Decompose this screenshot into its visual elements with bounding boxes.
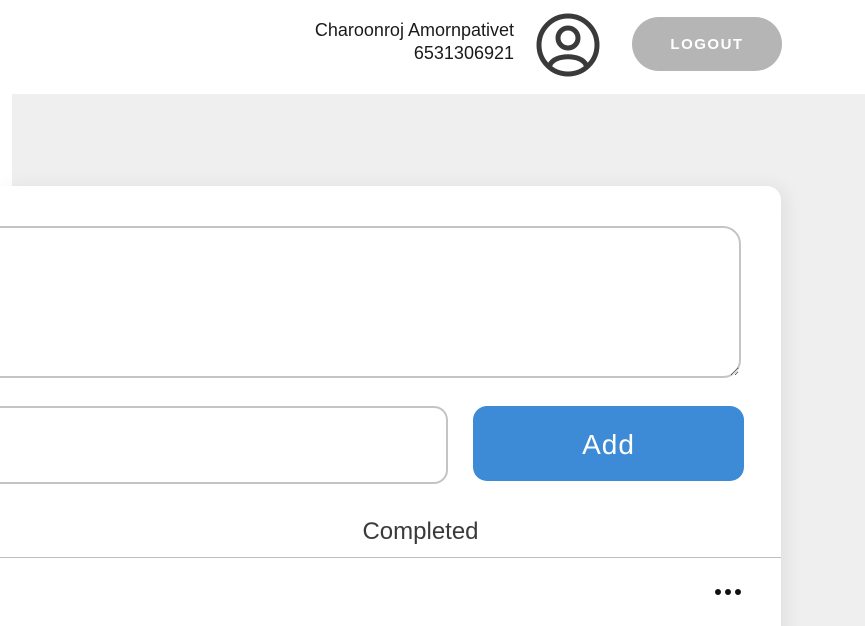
title-input[interactable]	[0, 406, 448, 484]
divider	[0, 557, 781, 558]
tab-completed[interactable]: Completed	[300, 518, 541, 546]
page: Charoonroj Amornpativet 6531306921 LOGOU…	[0, 0, 865, 626]
user-name: Charoonroj Amornpativet	[314, 20, 514, 40]
add-button[interactable]: Add	[473, 406, 744, 481]
more-horizontal-icon[interactable]	[710, 582, 746, 602]
user-info: Charoonroj Amornpativet 6531306921	[315, 19, 514, 65]
description-textarea[interactable]	[0, 226, 741, 378]
header: Charoonroj Amornpativet 6531306921 LOGOU…	[0, 0, 865, 94]
user-id: 6531306921	[413, 43, 514, 63]
logout-button[interactable]: LOGOUT	[632, 17, 782, 71]
user-circle-icon[interactable]	[536, 13, 600, 77]
